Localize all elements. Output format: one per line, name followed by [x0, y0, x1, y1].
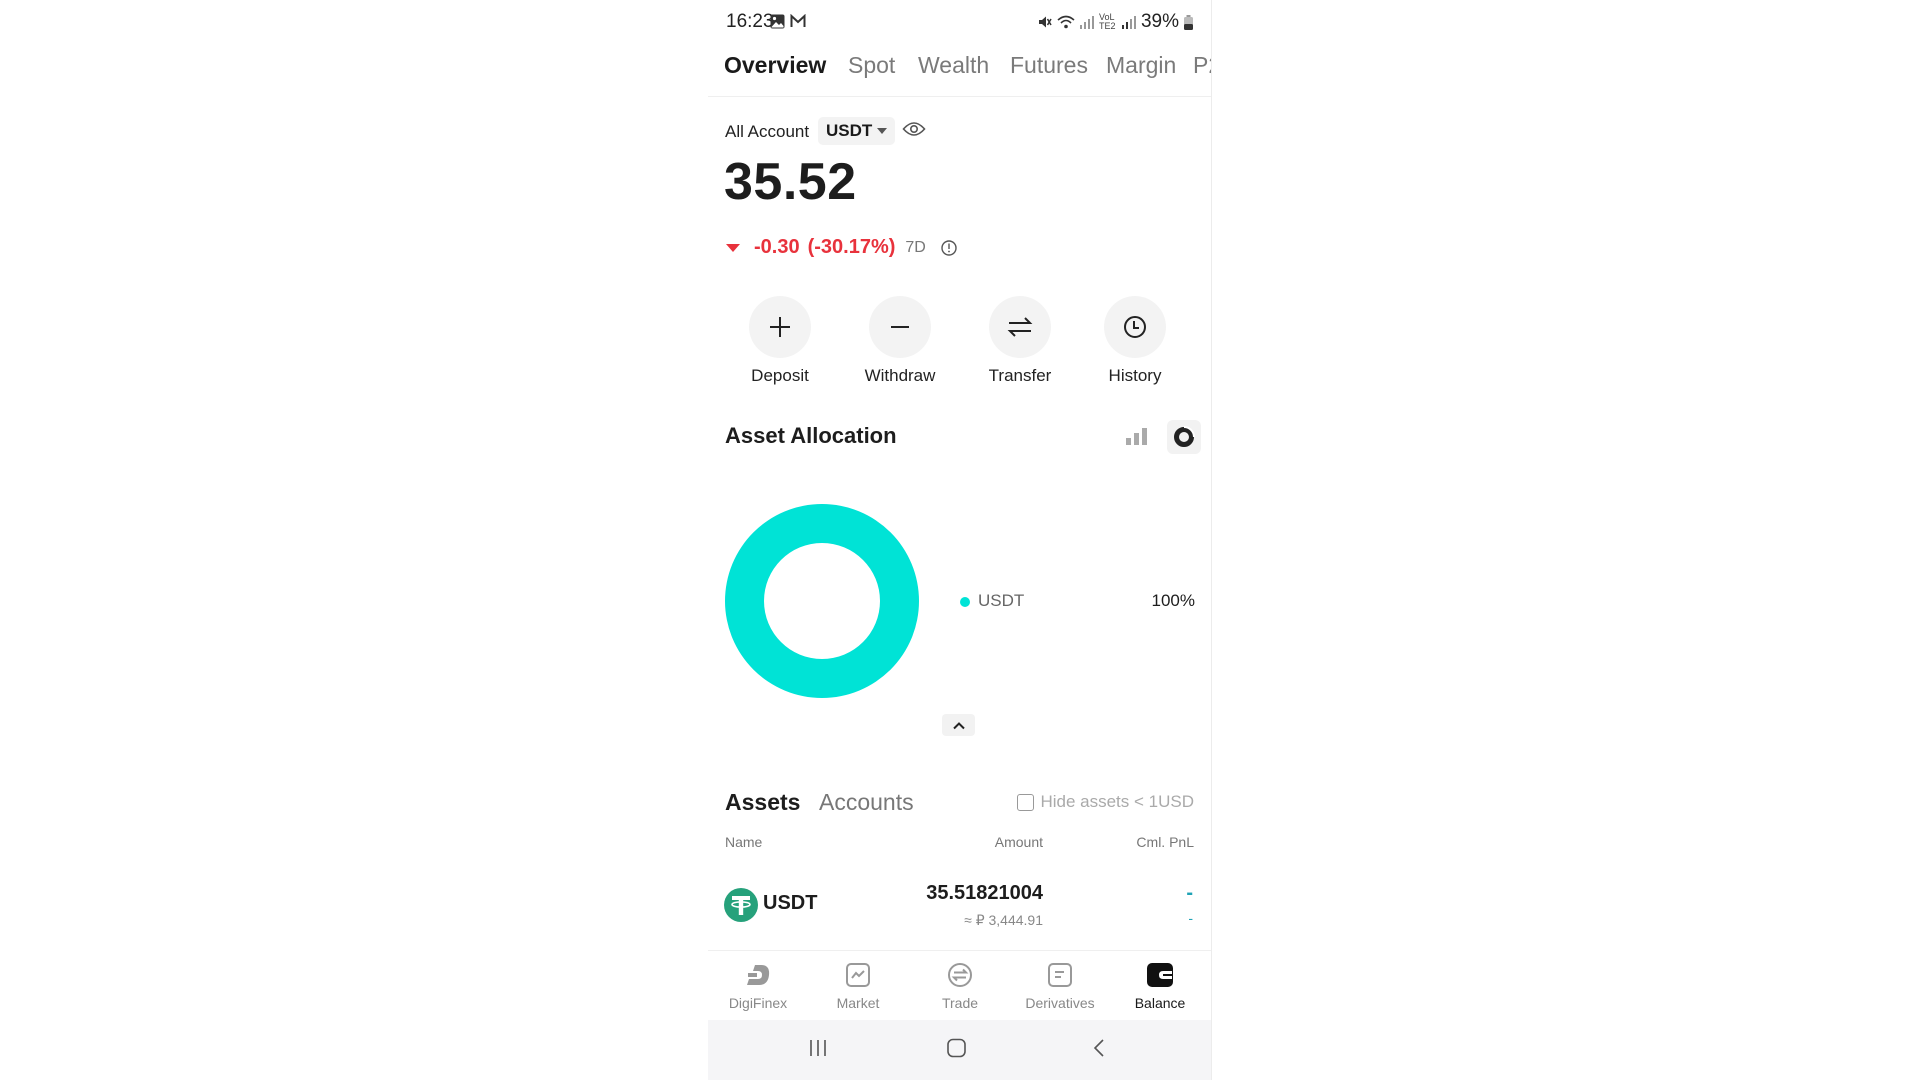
tab-futures[interactable]: Futures	[1010, 52, 1088, 79]
gmail-icon	[790, 14, 806, 27]
asset-pnl-percent: -	[1188, 910, 1193, 926]
gallery-icon	[770, 14, 785, 29]
down-triangle-icon	[726, 243, 740, 252]
balance-change: -0.30 (-30.17%) 7D	[726, 236, 958, 259]
change-percent: (-30.17%)	[807, 236, 896, 258]
tether-logo-icon	[724, 888, 758, 922]
bottom-navigation: DigiFinex Market Trade Derivatives Balan…	[708, 950, 1211, 1021]
legend-percent: 100%	[1151, 591, 1195, 610]
asset-row-usdt[interactable]: USDT 35.51821004 ≈ ₽ 3,444.91 - -	[708, 868, 1211, 944]
legend-label: USDT	[978, 591, 1025, 610]
nav-label: Market	[836, 995, 880, 1011]
withdraw-button[interactable]: Withdraw	[845, 296, 955, 386]
phone-screen: 16:23 VoLTE2 39% Overview Spot Wealth Fu…	[708, 0, 1212, 1080]
total-balance: 35.52	[724, 153, 857, 211]
signal-icon	[1079, 16, 1094, 29]
history-label: History	[1108, 366, 1162, 385]
clock-icon	[1124, 316, 1146, 338]
info-icon[interactable]	[940, 239, 958, 257]
asset-pnl: -	[1186, 882, 1193, 904]
bar-chart-icon[interactable]	[1125, 426, 1149, 446]
deposit-button[interactable]: Deposit	[725, 296, 835, 386]
plus-icon	[770, 317, 790, 337]
currency-select[interactable]: USDT	[818, 117, 896, 145]
asset-fiat-value: ≈ ₽ 3,444.91	[964, 912, 1043, 928]
volte-label: VoLTE2	[1098, 12, 1116, 31]
change-value: -0.30	[754, 236, 800, 258]
chevron-up-icon	[952, 721, 965, 729]
wifi-icon	[1057, 15, 1075, 29]
battery-percent: 39%	[1140, 11, 1179, 32]
withdraw-label: Withdraw	[864, 366, 936, 385]
trade-icon	[948, 963, 972, 987]
legend-dot	[960, 597, 970, 607]
eye-icon[interactable]	[902, 120, 926, 138]
tab-overview[interactable]: Overview	[724, 52, 826, 79]
donut-slice-usdt	[725, 504, 919, 698]
collapse-chart-button[interactable]	[942, 714, 975, 736]
nav-derivatives[interactable]: Derivatives	[1010, 959, 1110, 1011]
tab-wealth[interactable]: Wealth	[918, 52, 989, 79]
wallet-icon	[1147, 963, 1173, 987]
transfer-arrows-icon	[1007, 317, 1033, 337]
status-bar: 16:23 VoLTE2 39%	[708, 0, 1211, 44]
home-icon[interactable]	[946, 1038, 968, 1058]
tab-margin[interactable]: Margin	[1106, 52, 1176, 79]
hide-small-assets-toggle[interactable]: Hide assets < 1USD	[1017, 792, 1194, 812]
nav-label: Balance	[1134, 995, 1186, 1011]
market-chart-icon	[846, 963, 870, 987]
deposit-label: Deposit	[751, 366, 809, 385]
nav-market[interactable]: Market	[808, 959, 908, 1011]
quick-actions: Deposit Withdraw Transfer History	[708, 296, 1211, 386]
transfer-label: Transfer	[988, 366, 1052, 385]
column-pnl: Cml. PnL	[1136, 834, 1194, 850]
mute-icon	[1038, 16, 1052, 28]
currency-value: USDT	[826, 121, 873, 140]
donut-chart-icon	[1174, 426, 1195, 447]
nav-balance[interactable]: Balance	[1110, 959, 1210, 1011]
nav-label: DigiFinex	[728, 995, 788, 1011]
system-navigation-bar	[708, 1020, 1211, 1080]
nav-trade[interactable]: Trade	[910, 959, 1010, 1011]
minus-icon	[891, 326, 909, 328]
transfer-button[interactable]: Transfer	[965, 296, 1075, 386]
recent-apps-icon[interactable]	[807, 1038, 829, 1058]
column-name: Name	[725, 834, 763, 850]
digifinex-logo-icon	[747, 965, 770, 985]
tab-spot[interactable]: Spot	[848, 52, 895, 79]
signal-icon	[1121, 16, 1136, 29]
derivatives-icon	[1048, 963, 1072, 987]
history-button[interactable]: History	[1080, 296, 1190, 386]
caret-down-icon	[877, 128, 888, 134]
column-amount: Amount	[994, 834, 1043, 850]
status-time: 16:23	[726, 11, 774, 32]
allocation-donut-chart	[725, 504, 919, 698]
change-period: 7D	[905, 238, 926, 256]
legend-item: USDT 100%	[960, 590, 1195, 614]
battery-icon	[1184, 14, 1193, 30]
donut-chart-toggle[interactable]	[1167, 420, 1201, 454]
asset-name: USDT	[763, 892, 818, 914]
nav-digifinex[interactable]: DigiFinex	[708, 959, 808, 1011]
tab-p2p[interactable]: P2P	[1193, 52, 1211, 79]
hide-small-assets-label: Hide assets < 1USD	[1040, 792, 1194, 811]
nav-label: Trade	[941, 995, 979, 1011]
account-label: All Account	[725, 122, 810, 141]
back-icon[interactable]	[1088, 1038, 1110, 1058]
hide-small-assets-checkbox[interactable]	[1017, 793, 1035, 811]
status-right: VoLTE2 39%	[1038, 11, 1193, 33]
nav-label: Derivatives	[1025, 995, 1095, 1011]
tab-assets[interactable]: Assets	[725, 789, 800, 816]
account-tabs: Overview Spot Wealth Futures Margin P2P	[708, 48, 1211, 97]
tab-accounts[interactable]: Accounts	[819, 789, 914, 816]
asset-amount: 35.51821004	[926, 882, 1043, 904]
asset-allocation-title: Asset Allocation	[725, 423, 897, 448]
